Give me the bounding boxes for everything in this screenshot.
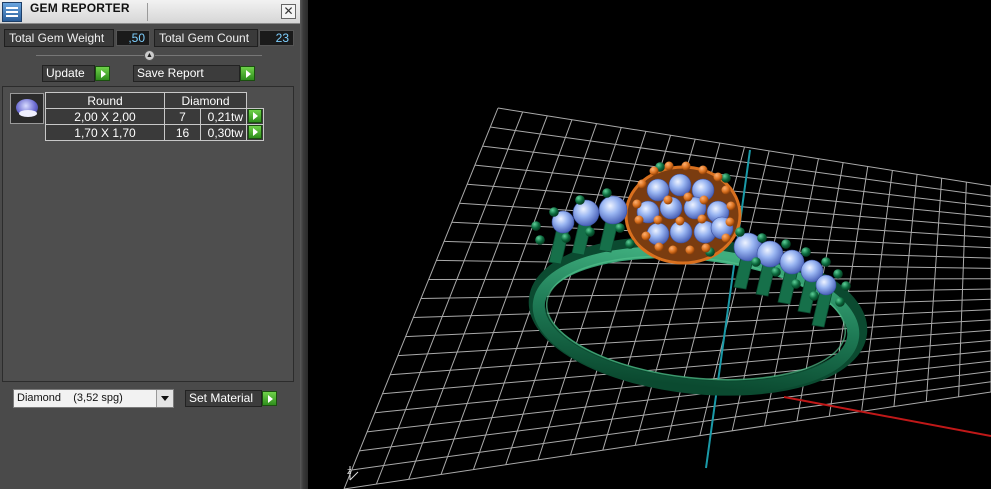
close-icon[interactable]: ✕ <box>281 4 296 19</box>
green-prong <box>801 247 811 257</box>
orange-prong <box>697 214 707 224</box>
orange-prong <box>725 217 735 227</box>
orange-prong <box>649 166 659 176</box>
update-button[interactable]: Update <box>42 65 95 82</box>
green-prong <box>809 291 819 301</box>
orange-prong <box>699 195 709 205</box>
orange-prong <box>698 165 708 175</box>
orange-prong <box>683 192 693 202</box>
orange-prong <box>654 242 664 252</box>
green-prong <box>535 235 545 245</box>
side-stone <box>779 249 805 275</box>
green-prong <box>721 173 731 183</box>
side-stone <box>815 274 837 296</box>
orange-prong <box>641 231 651 241</box>
axis-gizmo-label: z <box>347 466 352 476</box>
set-material-play-arrow-icon[interactable] <box>262 391 277 406</box>
side-stone <box>756 240 784 268</box>
row-action[interactable] <box>246 124 264 141</box>
green-prong <box>841 281 851 291</box>
row-play-arrow-icon[interactable] <box>248 125 262 139</box>
row-weight: 0,21tw <box>200 108 247 125</box>
gem-table: Round Diamond 2,00 X 2,00 7 0,21tw 1,70 … <box>45 92 264 141</box>
header-shape: Round <box>45 92 165 109</box>
material-select[interactable]: Diamond (3,52 spg) <box>13 389 174 408</box>
orange-prong <box>726 201 736 211</box>
orange-prong <box>668 245 678 255</box>
green-prong <box>771 267 781 277</box>
viewport-canvas[interactable]: z <box>308 0 991 489</box>
green-prong <box>735 227 745 237</box>
green-prong <box>833 269 843 279</box>
orange-prong <box>632 199 642 209</box>
app-icon <box>2 2 22 22</box>
green-prong <box>602 188 612 198</box>
orange-prong <box>721 233 731 243</box>
update-play-arrow-icon[interactable] <box>95 66 110 81</box>
row-play-arrow-icon[interactable] <box>248 109 262 123</box>
green-prong <box>561 233 571 243</box>
total-gem-weight-value: ,50 <box>116 30 150 46</box>
orange-prong <box>675 216 685 226</box>
orange-prong <box>721 185 731 195</box>
set-material-button[interactable]: Set Material <box>185 390 262 407</box>
grid-line <box>351 381 991 471</box>
row-action[interactable] <box>246 108 264 125</box>
green-prong <box>821 257 831 267</box>
window-title: GEM REPORTER <box>30 1 130 15</box>
title-separator <box>147 3 148 21</box>
gem-reporter-panel: GEM REPORTER ✕ Total Gem Weight ,50 Tota… <box>0 0 300 489</box>
green-prong <box>791 279 801 289</box>
x-axis-line <box>783 396 991 437</box>
round-gem-thumbnail[interactable] <box>10 93 44 124</box>
table-header-row: Round Diamond <box>45 92 264 109</box>
save-report-button[interactable]: Save Report <box>133 65 240 82</box>
table-row[interactable]: 2,00 X 2,00 7 0,21tw <box>45 108 264 125</box>
green-prong <box>585 227 595 237</box>
grid-line <box>367 360 991 433</box>
row-size: 2,00 X 2,00 <box>45 108 165 125</box>
title-bar[interactable]: GEM REPORTER ✕ <box>0 0 300 24</box>
orange-prong <box>637 179 647 189</box>
3d-viewport[interactable]: z <box>308 0 991 489</box>
dropdown-arrow-icon[interactable] <box>156 390 173 407</box>
green-prong <box>549 207 559 217</box>
row-size: 1,70 X 1,70 <box>45 124 165 141</box>
header-material: Diamond <box>164 92 247 109</box>
green-prong <box>615 223 625 233</box>
total-gem-count-label: Total Gem Count <box>154 29 258 47</box>
center-stone <box>646 222 670 246</box>
total-gem-weight-label: Total Gem Weight <box>4 29 114 47</box>
green-prong <box>625 239 635 249</box>
orange-prong <box>713 172 723 182</box>
row-weight: 0,30tw <box>200 124 247 141</box>
row-count: 7 <box>164 108 201 125</box>
orange-prong <box>681 161 691 171</box>
orange-prong <box>685 245 695 255</box>
green-prong <box>531 221 541 231</box>
orange-prong <box>664 161 674 171</box>
green-prong <box>835 297 845 307</box>
side-stone <box>598 195 628 225</box>
total-gem-count-value: 23 <box>259 30 294 46</box>
orange-prong <box>653 215 663 225</box>
green-prong <box>781 239 791 249</box>
orange-prong <box>701 243 711 253</box>
orange-prong <box>663 195 673 205</box>
slider-thumb-icon[interactable]: ▲ <box>144 50 155 61</box>
green-prong <box>757 233 767 243</box>
orange-prong <box>634 215 644 225</box>
green-prong <box>751 257 761 267</box>
header-spacer <box>247 93 264 109</box>
side-stone <box>572 199 600 227</box>
table-row[interactable]: 1,70 X 1,70 16 0,30tw <box>45 124 264 141</box>
save-report-play-arrow-icon[interactable] <box>240 66 255 81</box>
panel-splitter[interactable] <box>300 0 308 489</box>
row-count: 16 <box>164 124 201 141</box>
green-prong <box>575 195 585 205</box>
